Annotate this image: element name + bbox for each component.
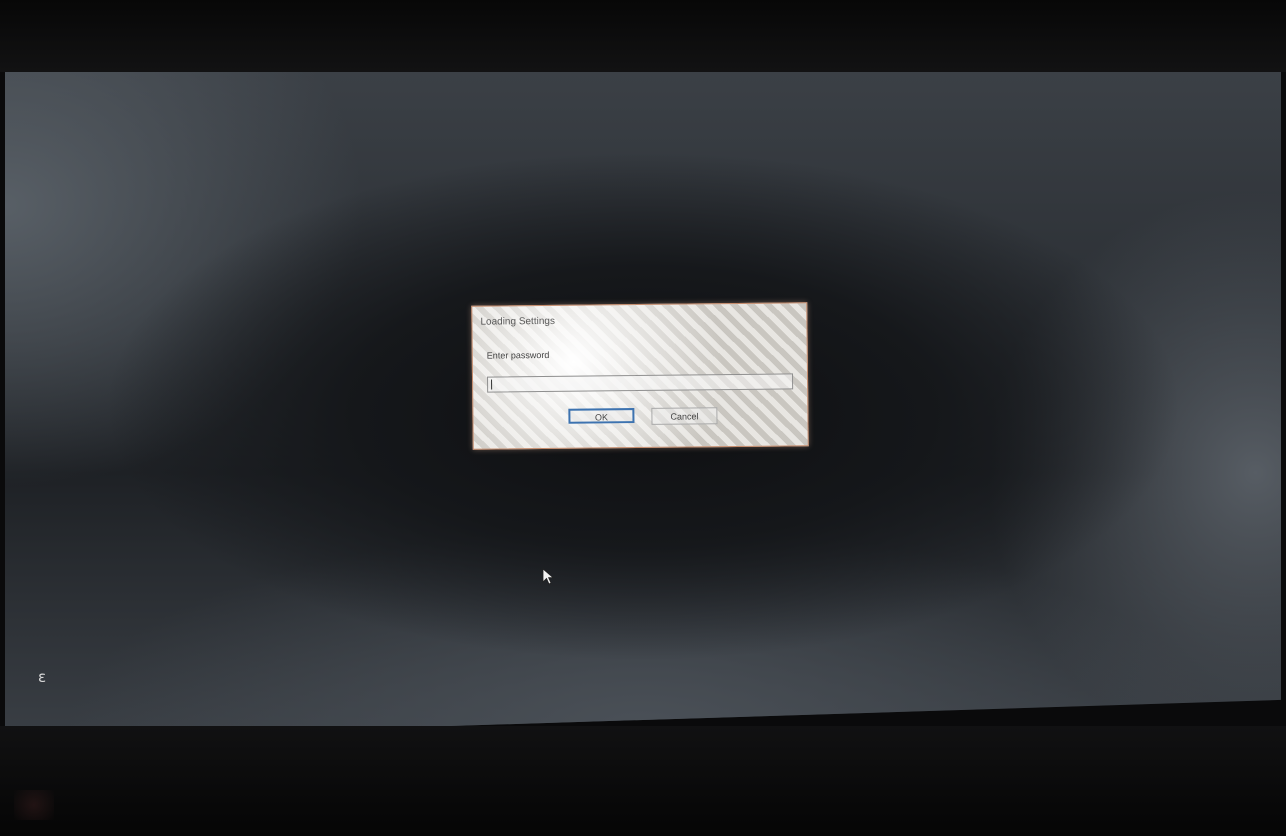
text-caret: [491, 379, 493, 390]
taskbar-glyph: ɛ: [38, 668, 47, 686]
password-input[interactable]: [486, 373, 794, 393]
ok-button[interactable]: OK: [568, 408, 635, 424]
mouse-pointer-icon: [542, 568, 555, 585]
loading-settings-dialog: Loading Settings Enter password OK Cance…: [471, 302, 809, 450]
cancel-button[interactable]: Cancel: [651, 407, 718, 425]
photo-of-monitor: Loading Settings Enter password OK Cance…: [0, 0, 1286, 836]
dialog-title: Loading Settings: [480, 315, 555, 328]
monitor-bezel-top: [0, 0, 1286, 72]
photo-reflection: [14, 790, 54, 820]
monitor-bezel-bottom: [0, 726, 1286, 836]
password-prompt-label: Enter password: [486, 349, 550, 361]
